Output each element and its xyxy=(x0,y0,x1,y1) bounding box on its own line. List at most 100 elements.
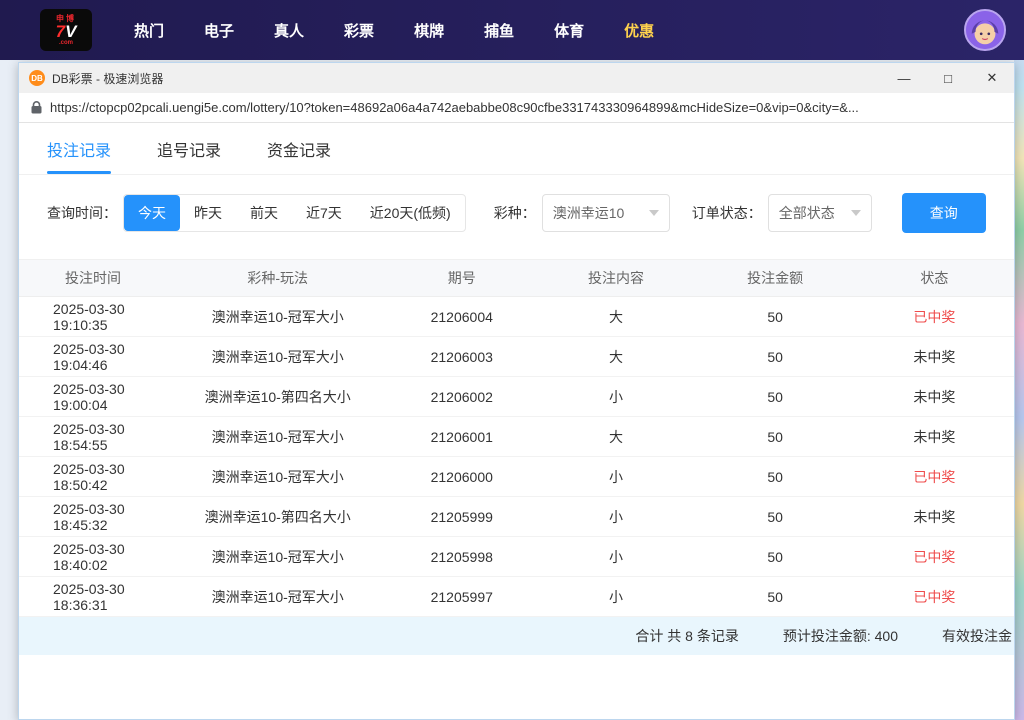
cell-bet-amount: 50 xyxy=(696,549,855,565)
browser-window: DB DB彩票 - 极速浏览器 — □ ✕ https://ctopcp02pc… xyxy=(18,62,1015,720)
column-header: 期号 xyxy=(387,268,536,288)
chevron-down-icon xyxy=(851,210,861,216)
cell-bet-amount: 50 xyxy=(696,309,855,325)
table-row: 2025-03-30 18:50:42 澳洲幸运10-冠军大小 21206000… xyxy=(19,457,1014,497)
cell-bet-time: 2025-03-30 19:04:46 xyxy=(19,341,168,373)
chevron-down-icon xyxy=(649,210,659,216)
time-option[interactable]: 今天 xyxy=(124,195,180,231)
time-option[interactable]: 昨天 xyxy=(180,195,236,231)
cell-lottery-play: 澳洲幸运10-第四名大小 xyxy=(168,387,387,407)
cell-bet-time: 2025-03-30 19:00:04 xyxy=(19,381,168,413)
site-logo[interactable]: 申博 7V .com xyxy=(40,9,92,51)
tab-active[interactable]: 投注记录 xyxy=(47,123,111,174)
cell-bet-amount: 50 xyxy=(696,509,855,525)
cell-bet-time: 2025-03-30 18:54:55 xyxy=(19,421,168,453)
cell-bet-content: 小 xyxy=(536,467,695,487)
user-avatar[interactable] xyxy=(964,9,1006,51)
app-icon: DB xyxy=(29,70,45,86)
summary-estimated-amount: 预计投注金额: 400 xyxy=(783,626,898,646)
bet-records-table: 投注时间彩种-玩法期号投注内容投注金额状态 2025-03-30 19:10:3… xyxy=(19,259,1014,655)
cell-lottery-play: 澳洲幸运10-第四名大小 xyxy=(168,507,387,527)
cell-bet-content: 小 xyxy=(536,507,695,527)
nav-item[interactable]: 真人 xyxy=(254,20,324,41)
cell-lottery-play: 澳洲幸运10-冠军大小 xyxy=(168,467,387,487)
column-header: 投注时间 xyxy=(19,268,168,288)
cell-issue-number: 21205997 xyxy=(387,589,536,605)
table-row: 2025-03-30 19:10:35 澳洲幸运10-冠军大小 21206004… xyxy=(19,297,1014,337)
cell-lottery-play: 澳洲幸运10-冠军大小 xyxy=(168,587,387,607)
time-option[interactable]: 近20天(低频) xyxy=(356,195,465,231)
lottery-filter-label: 彩种： xyxy=(494,203,536,223)
cell-bet-time: 2025-03-30 18:36:31 xyxy=(19,581,168,613)
tab-inactive[interactable]: 资金记录 xyxy=(267,123,331,174)
cell-bet-content: 大 xyxy=(536,347,695,367)
cell-lottery-play: 澳洲幸运10-冠军大小 xyxy=(168,347,387,367)
cell-lottery-play: 澳洲幸运10-冠军大小 xyxy=(168,547,387,567)
table-row: 2025-03-30 19:00:04 澳洲幸运10-第四名大小 2120600… xyxy=(19,377,1014,417)
status-select[interactable]: 全部状态 xyxy=(768,194,872,232)
table-row: 2025-03-30 18:45:32 澳洲幸运10-第四名大小 2120599… xyxy=(19,497,1014,537)
cell-issue-number: 21206003 xyxy=(387,349,536,365)
cell-issue-number: 21206001 xyxy=(387,429,536,445)
minimize-button[interactable]: — xyxy=(882,63,926,93)
lottery-select[interactable]: 澳洲幸运10 xyxy=(542,194,670,232)
cell-status: 已中奖 xyxy=(855,547,1014,567)
cell-status: 未中奖 xyxy=(855,387,1014,407)
nav-item[interactable]: 优惠 xyxy=(604,20,674,41)
nav-item[interactable]: 体育 xyxy=(534,20,604,41)
time-filter-label: 查询时间： xyxy=(47,203,117,223)
table-row: 2025-03-30 18:40:02 澳洲幸运10-冠军大小 21205998… xyxy=(19,537,1014,577)
close-button[interactable]: ✕ xyxy=(970,63,1014,93)
status-select-value: 全部状态 xyxy=(779,203,835,223)
nav-items: 热门电子真人彩票棋牌捕鱼体育优惠 xyxy=(114,20,674,41)
status-filter-label: 订单状态： xyxy=(692,203,762,223)
nav-item[interactable]: 捕鱼 xyxy=(464,20,534,41)
cell-bet-amount: 50 xyxy=(696,589,855,605)
logo-main-text: 7V xyxy=(56,23,77,40)
cell-bet-time: 2025-03-30 19:10:35 xyxy=(19,301,168,333)
cell-bet-content: 大 xyxy=(536,307,695,327)
record-tabs: 投注记录追号记录资金记录 xyxy=(19,123,1014,175)
maximize-button[interactable]: □ xyxy=(926,63,970,93)
time-option[interactable]: 近7天 xyxy=(292,195,356,231)
summary-valid-amount: 有效投注金 xyxy=(942,626,1012,646)
cell-bet-amount: 50 xyxy=(696,469,855,485)
nav-item[interactable]: 热门 xyxy=(114,20,184,41)
table-header: 投注时间彩种-玩法期号投注内容投注金额状态 xyxy=(19,259,1014,297)
lottery-select-value: 澳洲幸运10 xyxy=(553,203,625,223)
cell-issue-number: 21205998 xyxy=(387,549,536,565)
table-row: 2025-03-30 19:04:46 澳洲幸运10-冠军大小 21206003… xyxy=(19,337,1014,377)
cell-status: 已中奖 xyxy=(855,467,1014,487)
desktop-background-strip xyxy=(1014,0,1024,720)
query-button[interactable]: 查询 xyxy=(902,193,986,233)
cell-bet-time: 2025-03-30 18:40:02 xyxy=(19,541,168,573)
tab-inactive[interactable]: 追号记录 xyxy=(157,123,221,174)
cell-issue-number: 21205999 xyxy=(387,509,536,525)
column-header: 投注内容 xyxy=(536,268,695,288)
cell-bet-time: 2025-03-30 18:50:42 xyxy=(19,461,168,493)
cell-status: 未中奖 xyxy=(855,507,1014,527)
table-row: 2025-03-30 18:36:31 澳洲幸运10-冠军大小 21205997… xyxy=(19,577,1014,617)
window-titlebar[interactable]: DB DB彩票 - 极速浏览器 — □ ✕ xyxy=(19,63,1014,93)
table-row: 2025-03-30 18:54:55 澳洲幸运10-冠军大小 21206001… xyxy=(19,417,1014,457)
summary-bar: 合计 共 8 条记录 预计投注金额: 400 有效投注金 xyxy=(19,617,1014,655)
column-header: 投注金额 xyxy=(696,268,855,288)
cell-bet-amount: 50 xyxy=(696,389,855,405)
nav-item[interactable]: 彩票 xyxy=(324,20,394,41)
nav-item[interactable]: 电子 xyxy=(184,20,254,41)
filter-bar: 查询时间： 今天昨天前天近7天近20天(低频) 彩种： 澳洲幸运10 订单状态：… xyxy=(47,193,986,233)
cell-status: 未中奖 xyxy=(855,347,1014,367)
cell-lottery-play: 澳洲幸运10-冠军大小 xyxy=(168,307,387,327)
cell-lottery-play: 澳洲幸运10-冠军大小 xyxy=(168,427,387,447)
column-header: 状态 xyxy=(855,268,1014,288)
time-option[interactable]: 前天 xyxy=(236,195,292,231)
summary-total: 合计 共 8 条记录 xyxy=(635,626,738,646)
url-bar[interactable]: https://ctopcp02pcali.uengi5e.com/lotter… xyxy=(19,93,1014,123)
cell-bet-time: 2025-03-30 18:45:32 xyxy=(19,501,168,533)
site-navbar: 申博 7V .com 热门电子真人彩票棋牌捕鱼体育优惠 xyxy=(0,0,1024,60)
cell-bet-content: 小 xyxy=(536,547,695,567)
nav-item[interactable]: 棋牌 xyxy=(394,20,464,41)
cell-bet-amount: 50 xyxy=(696,349,855,365)
cell-issue-number: 21206000 xyxy=(387,469,536,485)
time-filter-group: 今天昨天前天近7天近20天(低频) xyxy=(123,194,466,232)
